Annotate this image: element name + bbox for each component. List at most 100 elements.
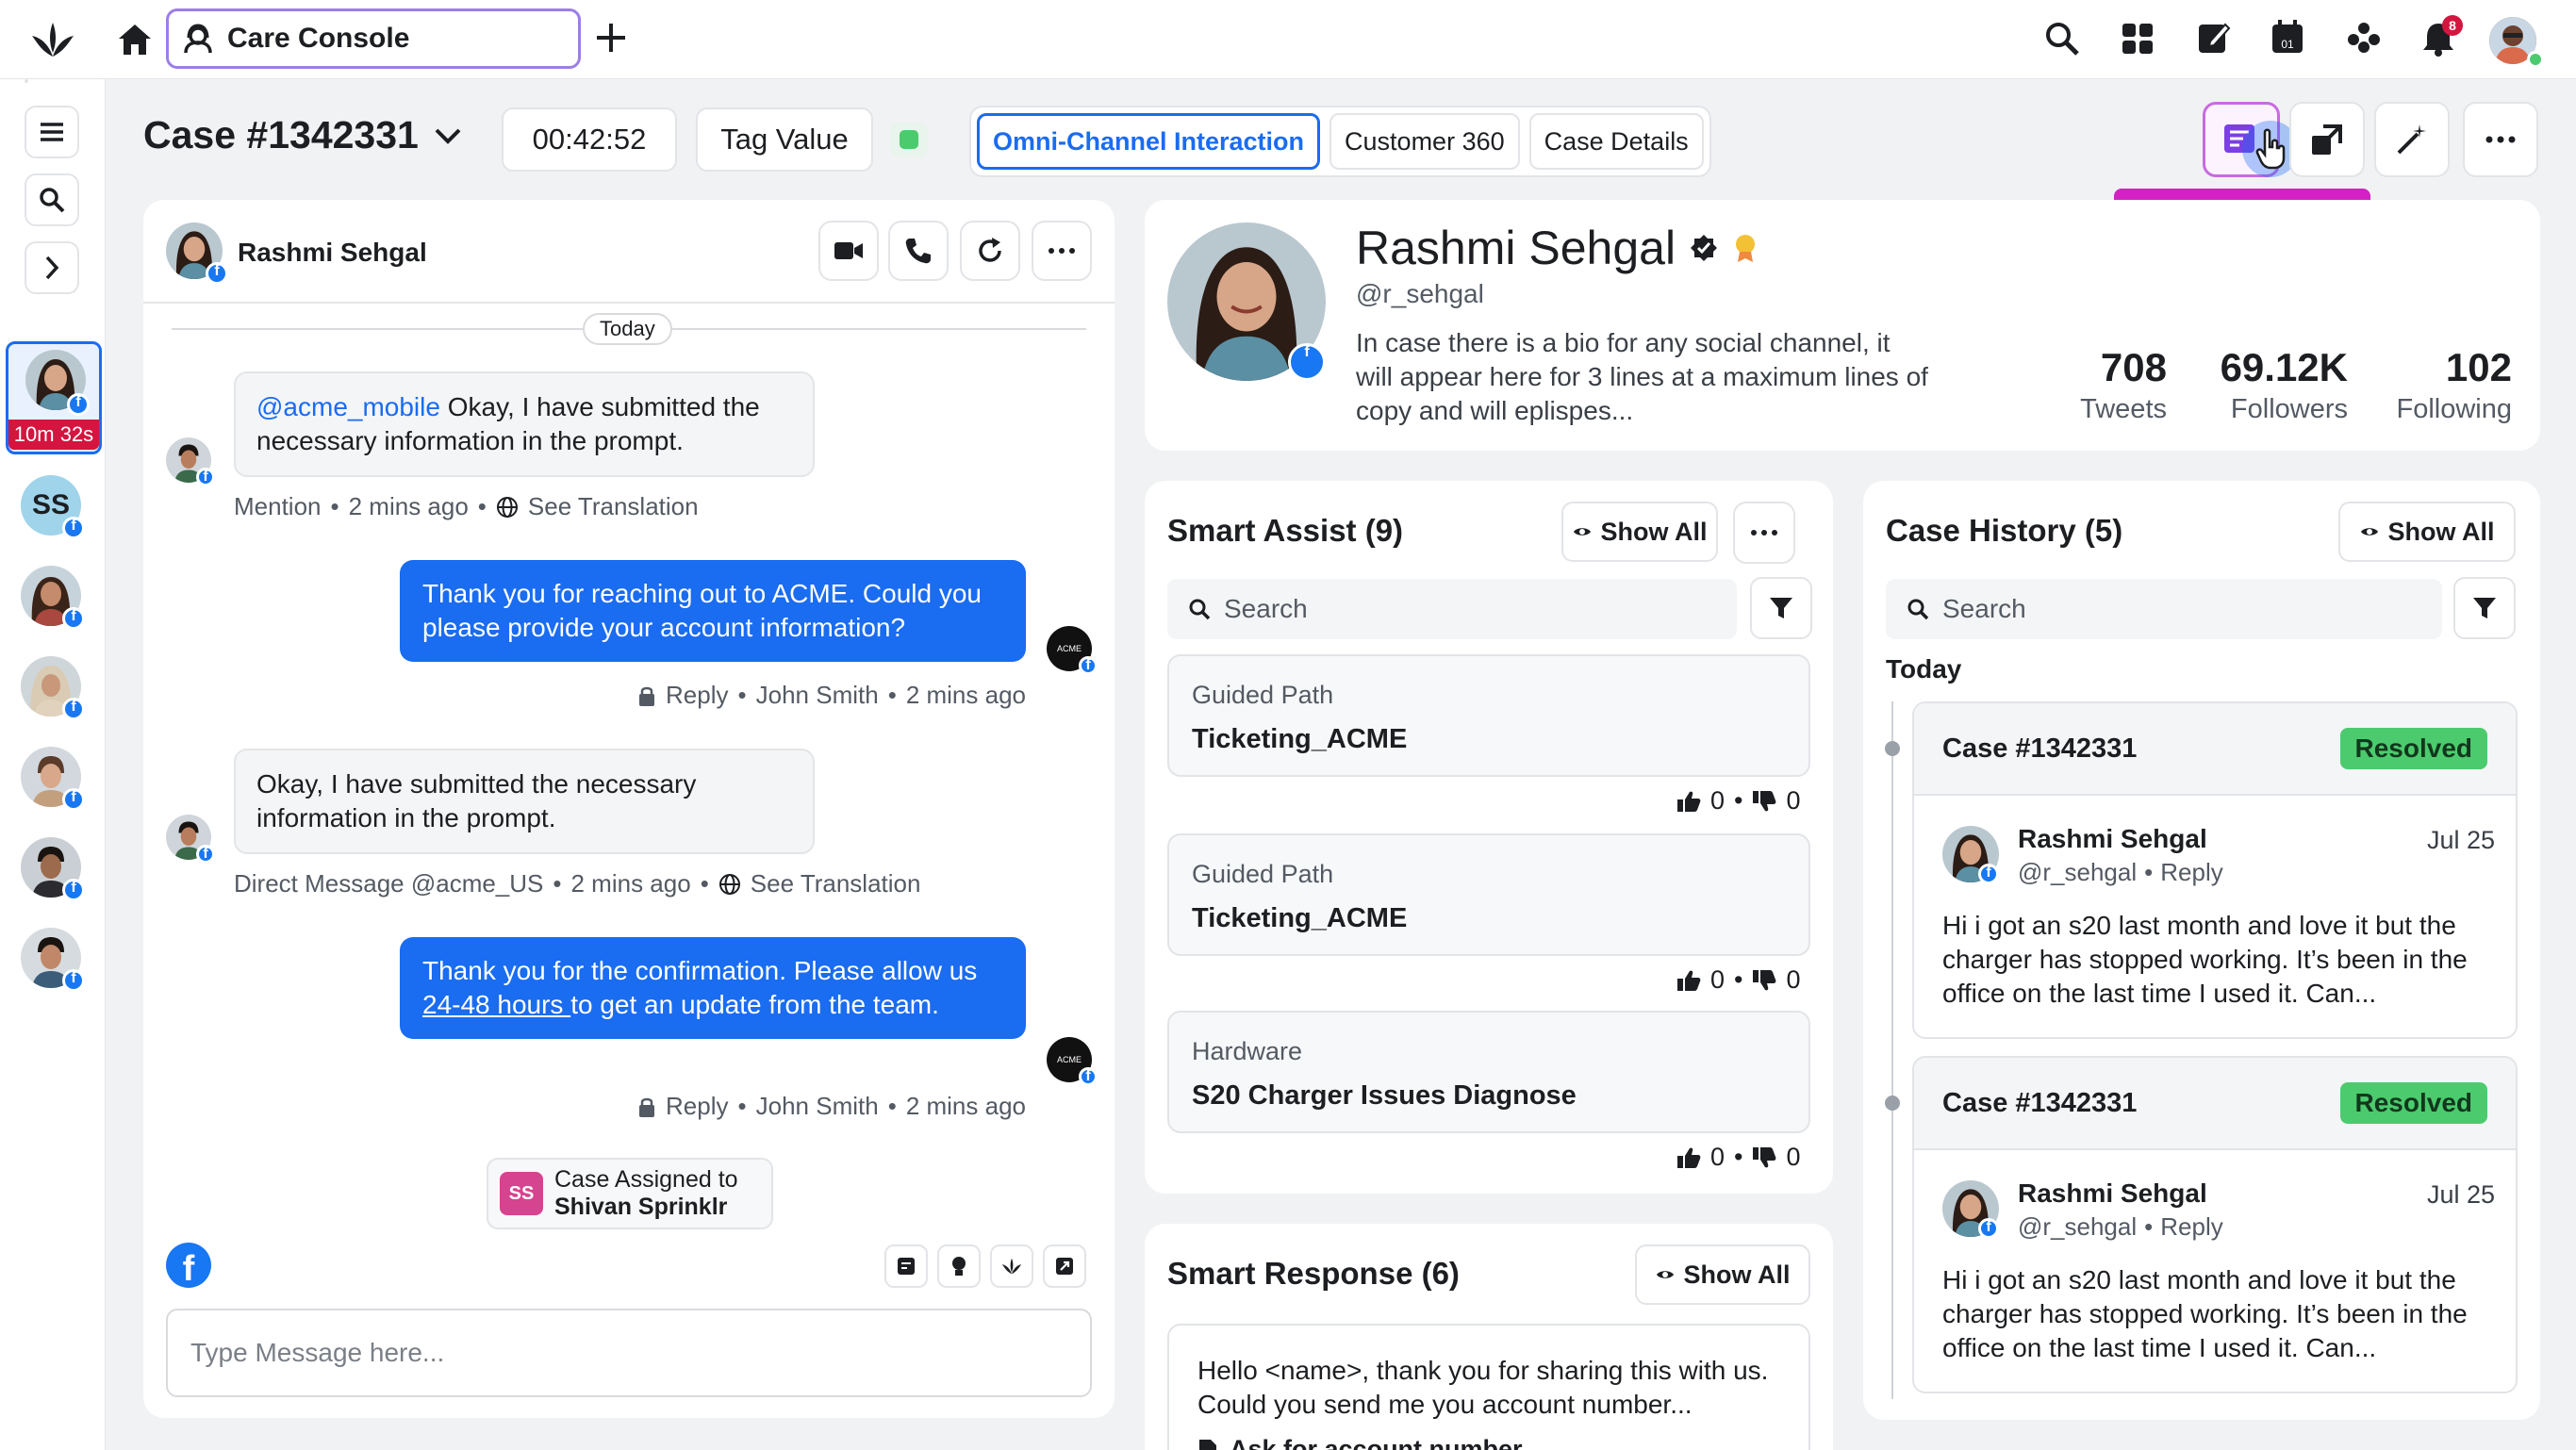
stat-followers: 69.12K Followers	[2178, 345, 2348, 425]
case-history-item-header: Case #1342331 Resolved	[1914, 1058, 2516, 1150]
show-all-label: Show All	[2387, 517, 2495, 546]
team-icon[interactable]	[2346, 21, 2382, 55]
home-icon[interactable]	[117, 23, 153, 57]
thumbs-down-icon[interactable]	[1752, 1146, 1776, 1169]
smart-assist-more-button[interactable]	[1733, 502, 1795, 564]
tab-care-console[interactable]: Care Console	[166, 8, 581, 69]
sprinklr-ai-button[interactable]	[990, 1244, 1033, 1288]
stat-value: 102	[2445, 345, 2512, 389]
filter-icon	[1768, 595, 1794, 621]
phone-call-button[interactable]	[888, 221, 949, 281]
thumbs-up-icon[interactable]	[1676, 790, 1701, 813]
message-time: 2 mins ago	[570, 869, 691, 898]
popout-composer-button[interactable]	[1043, 1244, 1086, 1288]
refresh-icon	[975, 236, 1005, 266]
more-horizontal-icon	[2485, 136, 2516, 143]
chevron-down-icon	[434, 126, 462, 145]
tab-customer-360[interactable]: Customer 360	[1329, 113, 1520, 170]
case-history-item[interactable]: Case #1342331 Resolved Rashmi Sehgal @r_…	[1912, 701, 2518, 1039]
message-composer-input[interactable]: Type Message here...	[166, 1309, 1092, 1397]
notification-count-badge: 8	[2442, 15, 2463, 36]
profile-name-row: Rashmi Sehgal	[1356, 221, 1759, 275]
facebook-badge-icon	[62, 698, 85, 720]
more-options-button[interactable]	[2463, 102, 2538, 177]
smart-response-item[interactable]: Hello <name>, thank you for sharing this…	[1167, 1324, 1810, 1450]
top-bar: Care Console 01 8	[0, 0, 2576, 79]
globe-icon	[496, 496, 519, 519]
case-title-dropdown[interactable]: Case #1342331	[143, 113, 462, 157]
downvote-count: 0	[1786, 965, 1801, 994]
video-call-button[interactable]	[818, 221, 879, 281]
facebook-badge-icon	[1978, 1218, 1999, 1239]
thumbs-up-icon[interactable]	[1676, 969, 1701, 992]
message-link[interactable]: 24-48 hours	[422, 990, 570, 1019]
conversation-more-button[interactable]	[1032, 221, 1092, 281]
svg-text:01: 01	[2281, 38, 2294, 51]
sprinklr-logo-icon[interactable]	[28, 19, 77, 60]
case-history-search-input[interactable]: Search	[1886, 579, 2442, 639]
incoming-message: @acme_mobile Okay, I have submitted the …	[234, 371, 815, 477]
case-history-item[interactable]: Case #1342331 Resolved Rashmi Sehgal @r_…	[1912, 1056, 2518, 1393]
smart-response-show-all-button[interactable]: Show All	[1635, 1244, 1810, 1305]
reply-label[interactable]: Reply	[666, 681, 728, 710]
tag-value-button[interactable]: Tag Value	[696, 107, 873, 172]
lightbulb-icon	[950, 1255, 967, 1277]
status-badge: Resolved	[2339, 728, 2487, 769]
tab-case-details[interactable]: Case Details	[1528, 113, 1704, 170]
rail-active-conversation[interactable]: 10m 32s	[6, 341, 102, 454]
smart-response-label: Ask for account number	[1197, 1435, 1523, 1450]
eye-icon	[2360, 525, 2379, 538]
case-assignment-chip: SS Case Assigned to Shivan Sprinklr	[487, 1158, 773, 1229]
rail-search-button[interactable]	[25, 173, 79, 226]
thumbs-up-icon[interactable]	[1676, 1146, 1701, 1169]
smart-assist-panel: Smart Assist (9) Show All Search Guided …	[1145, 481, 1833, 1194]
notes-button[interactable]	[884, 1244, 928, 1288]
apps-grid-icon[interactable]	[2122, 23, 2154, 55]
search-icon[interactable]	[2044, 21, 2080, 57]
see-translation-link[interactable]: See Translation	[751, 869, 921, 898]
globe-icon	[718, 873, 741, 896]
smart-assist-item[interactable]: Hardware S20 Charger Issues Diagnose	[1167, 1011, 1810, 1133]
smart-assist-item[interactable]: Guided Path Ticketing_ACME	[1167, 654, 1810, 777]
refresh-button[interactable]	[960, 221, 1020, 281]
assist-item-votes: 0 • 0	[1676, 1143, 1801, 1172]
case-tabs: Omni-Channel Interaction Customer 360 Ca…	[969, 106, 1711, 177]
facebook-channel-icon[interactable]: f	[166, 1243, 211, 1288]
stat-value: 69.12K	[2220, 345, 2348, 389]
contact-name: Rashmi Sehgal	[238, 238, 427, 267]
message-time: 2 mins ago	[905, 681, 1026, 709]
tab-omni-channel-interaction[interactable]: Omni-Channel Interaction	[977, 113, 1321, 170]
smart-response-title: Smart Response (6)	[1167, 1256, 1460, 1291]
facebook-badge-icon	[1079, 656, 1098, 675]
compose-icon[interactable]	[2197, 21, 2231, 55]
case-history-show-all-button[interactable]: Show All	[2338, 502, 2516, 562]
see-translation-link[interactable]: See Translation	[528, 492, 699, 521]
smart-assist-show-all-button[interactable]: Show All	[1561, 502, 1718, 562]
mention-link[interactable]: @acme_mobile	[256, 392, 440, 421]
author-meta: @r_sehgal • Reply	[2018, 858, 2223, 886]
reply-label[interactable]: Reply	[666, 1092, 728, 1121]
case-history-filter-button[interactable]	[2453, 577, 2516, 639]
stat-following: 102 Following	[2361, 345, 2513, 425]
hand-cursor-icon	[2255, 128, 2289, 170]
case-history-title: Case History (5)	[1886, 513, 2123, 548]
add-tab-icon[interactable]	[594, 21, 628, 55]
expand-window-button[interactable]	[2289, 102, 2365, 177]
downvote-count: 0	[1786, 786, 1801, 815]
external-window-icon	[2310, 123, 2344, 157]
assist-item-votes: 0 • 0	[1676, 786, 1801, 816]
expand-rail-button[interactable]	[25, 241, 79, 294]
thumbs-down-icon[interactable]	[1752, 969, 1776, 992]
magic-wand-button[interactable]	[2374, 102, 2450, 177]
smart-assist-filter-button[interactable]	[1750, 577, 1812, 639]
item-date: Jul 25	[2426, 826, 2495, 854]
menu-button[interactable]	[25, 106, 79, 158]
calendar-icon[interactable]: 01	[2271, 19, 2304, 55]
smart-assist-search-input[interactable]: Search	[1167, 579, 1737, 639]
smart-assist-item[interactable]: Guided Path Ticketing_ACME	[1167, 833, 1810, 956]
case-history-item-header: Case #1342331 Resolved	[1914, 703, 2516, 796]
suggestion-button[interactable]	[937, 1244, 981, 1288]
case-timer: 00:42:52	[502, 107, 677, 172]
notifications-bell-icon[interactable]: 8	[2421, 15, 2463, 57]
thumbs-down-icon[interactable]	[1752, 790, 1776, 813]
